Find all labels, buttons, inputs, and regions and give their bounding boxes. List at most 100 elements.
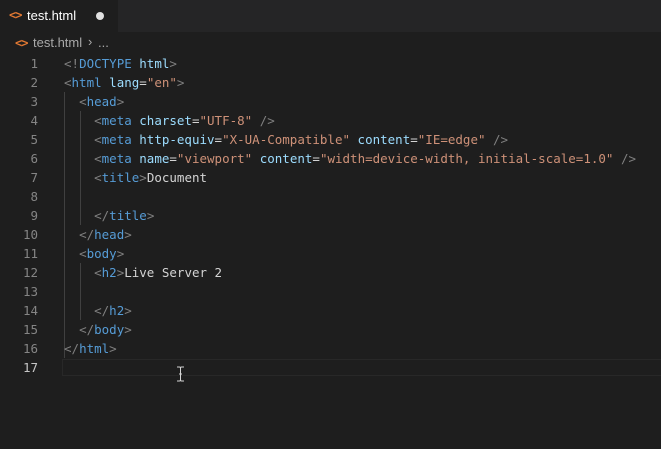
code-line[interactable]: 6 <meta name="viewport" content="width=d…: [0, 149, 661, 168]
code-token: html: [79, 341, 110, 356]
code-token: <: [79, 246, 87, 261]
line-number: 16: [22, 341, 38, 356]
code-line[interactable]: 13: [0, 282, 661, 301]
code-text: </body>: [64, 320, 132, 339]
code-token: content: [259, 151, 313, 166]
code-token: DOCTYPE: [79, 56, 132, 71]
code-text: </title>: [64, 206, 154, 225]
code-token: title: [109, 208, 147, 223]
code-token: html: [139, 56, 170, 71]
code-line[interactable]: 9 </title>: [0, 206, 661, 225]
line-number: 13: [22, 284, 38, 299]
line-number: 7: [30, 170, 38, 185]
code-token: <: [94, 113, 102, 128]
code-text: </h2>: [64, 301, 132, 320]
code-token: title: [101, 170, 140, 185]
code-token: meta: [101, 132, 132, 147]
line-number: 1: [30, 56, 38, 71]
code-token: >: [124, 227, 132, 242]
tab-bar: <> test.html: [0, 0, 661, 32]
code-line[interactable]: 1 <!DOCTYPE html>: [0, 54, 661, 73]
code-token: content: [357, 132, 411, 147]
line-number: 6: [30, 151, 38, 166]
code-token: body: [86, 246, 117, 261]
code-token: />: [259, 113, 275, 128]
code-token: head: [86, 94, 117, 109]
code-line[interactable]: 2 <html lang="en">: [0, 73, 661, 92]
code-line[interactable]: 7 <title>Document: [0, 168, 661, 187]
unsaved-dot-icon[interactable]: [96, 12, 104, 20]
code-token: >: [124, 322, 132, 337]
code-line[interactable]: 4 <meta charset="UTF-8" />: [0, 111, 661, 130]
code-token: "viewport": [176, 151, 253, 166]
code-token: =: [139, 75, 147, 90]
code-text: <head>: [64, 92, 124, 111]
code-line[interactable]: 12 <h2>Live Server 2: [0, 263, 661, 282]
code-token: Live Server 2: [124, 265, 223, 280]
code-token: <: [64, 75, 72, 90]
code-token: >: [169, 56, 177, 71]
code-line[interactable]: 8: [0, 187, 661, 206]
code-text: </head>: [64, 225, 132, 244]
code-token: head: [94, 227, 125, 242]
code-line[interactable]: 17: [0, 358, 661, 377]
code-token: "en": [146, 75, 177, 90]
code-line[interactable]: 15 </body>: [0, 320, 661, 339]
code-token: >: [109, 341, 117, 356]
code-token: >: [116, 94, 125, 109]
code-line[interactable]: 11 <body>: [0, 244, 661, 263]
code-token: Document: [146, 170, 208, 185]
code-token: =: [410, 132, 418, 147]
code-editor[interactable]: 1 <!DOCTYPE html> 2 <html lang="en"> 3 <head…: [0, 54, 661, 449]
line-number: 11: [22, 246, 38, 261]
html-file-icon: <>: [15, 36, 28, 50]
code-line[interactable]: 10 </head>: [0, 225, 661, 244]
line-number: 8: [30, 189, 38, 204]
breadcrumb-more[interactable]: ...: [98, 35, 109, 50]
code-line[interactable]: 3 <head>: [0, 92, 661, 111]
code-token: =: [312, 151, 320, 166]
code-token: "width=device-width, initial-scale=1.0": [319, 151, 614, 166]
chevron-right-icon: ›: [88, 34, 93, 49]
code-token: </: [79, 322, 95, 337]
code-token: <: [94, 151, 102, 166]
tab-label: test.html: [27, 8, 77, 23]
code-token: <: [94, 265, 102, 280]
breadcrumb-file[interactable]: test.html: [33, 35, 82, 50]
code-token: meta: [101, 151, 132, 166]
line-number: 12: [22, 265, 38, 280]
code-line[interactable]: 5 <meta http-equiv="X-UA-Compatible" con…: [0, 130, 661, 149]
code-token: body: [94, 322, 125, 337]
code-line[interactable]: 16 </html>: [0, 339, 661, 358]
line-number: 5: [30, 132, 38, 147]
line-number: 4: [30, 113, 38, 128]
code-token: "UTF-8": [199, 113, 253, 128]
code-token: "IE=edge": [417, 132, 486, 147]
code-token: >: [116, 246, 125, 261]
code-token: <: [94, 170, 102, 185]
code-text: <!DOCTYPE html>: [64, 54, 177, 73]
line-number: 2: [30, 75, 38, 90]
code-line[interactable]: 14 </h2>: [0, 301, 661, 320]
code-token: <!: [64, 56, 80, 71]
breadcrumb: <> test.html › ...: [0, 32, 661, 54]
tab-test-html[interactable]: <> test.html: [0, 0, 118, 32]
line-number: 17: [22, 360, 38, 375]
code-token: http-equiv: [139, 132, 215, 147]
code-token: >: [176, 75, 185, 90]
code-text: <meta http-equiv="X-UA-Compatible" conte…: [64, 130, 508, 149]
code-text: <meta name="viewport" content="width=dev…: [64, 149, 636, 168]
code-token: lang: [109, 75, 140, 90]
